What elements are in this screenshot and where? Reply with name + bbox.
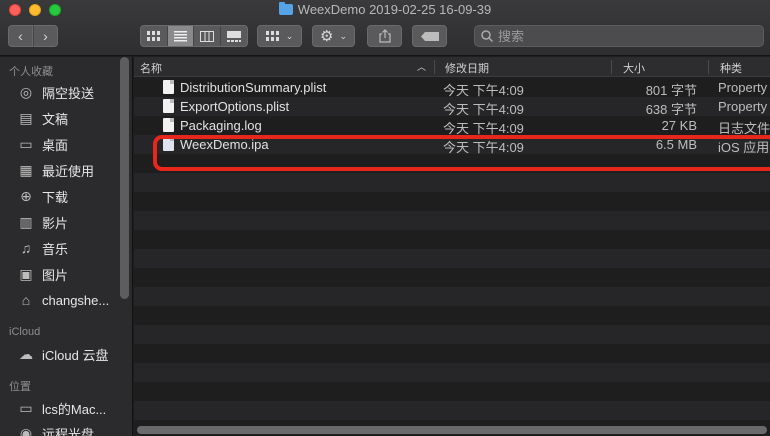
list-lines-icon (173, 30, 187, 41)
locations-header: 位置 (9, 381, 31, 393)
file-name: ExportOptions.plist (180, 99, 290, 114)
window-toolbar: WeexDemo 2019-02-25 16-09-39 ‹ › ⌄ ⚙ ⌄ (0, 0, 770, 56)
tag-icon (420, 31, 439, 41)
sidebar-item-icloud-drive[interactable]: ☁ iCloud 云盘 (16, 343, 108, 365)
chevron-down-icon: ⌄ (339, 30, 347, 41)
list-view-button[interactable] (167, 26, 194, 46)
sidebar: 个人收藏 ◎ 隔空投送 ▤ 文稿 ▭ 桌面 ▦ 最近使用 ⊕ 下载 ▥ 影片 ♫ 音乐 ▣ 图片… (0, 57, 133, 436)
sidebar-item-music[interactable]: ♫ 音乐 (16, 237, 68, 259)
file-row[interactable]: DistributionSummary.plist 今天 下午4:09 801 … (134, 78, 770, 98)
favorites-header: 个人收藏 (9, 66, 53, 78)
gallery-view-button[interactable] (221, 26, 247, 46)
empty-row (134, 287, 770, 306)
plist-file-icon (163, 99, 174, 113)
file-row[interactable]: Packaging.log 今天 下午4:09 27 KB 日志文件 (134, 116, 770, 136)
column-name-header[interactable]: 名称 (140, 60, 162, 76)
column-date-header[interactable]: 修改日期 (445, 60, 489, 76)
icon-view-button[interactable] (141, 26, 168, 46)
empty-row (134, 382, 770, 401)
group-grid-icon (265, 30, 279, 41)
sidebar-item-pictures[interactable]: ▣ 图片 (16, 263, 68, 285)
column-size-header[interactable]: 大小 (623, 60, 645, 76)
file-row[interactable]: ExportOptions.plist 今天 下午4:09 638 字节 Pro… (134, 97, 770, 117)
empty-row (134, 268, 770, 287)
empty-row (134, 344, 770, 363)
downloads-icon: ⊕ (20, 187, 32, 204)
empty-row (134, 192, 770, 211)
file-kind: Property (718, 99, 768, 114)
recents-icon: ▦ (19, 161, 33, 178)
chevron-right-icon: › (43, 28, 48, 44)
sidebar-item-documents[interactable]: ▤ 文稿 (16, 107, 68, 129)
tag-button[interactable] (412, 25, 447, 47)
file-list: 名称 ︿ 修改日期 大小 种类 DistributionSummary.plis… (134, 57, 770, 436)
empty-row (134, 325, 770, 344)
sort-chevron-up-icon: ︿ (417, 62, 427, 72)
pictures-icon: ▣ (19, 265, 33, 282)
chevron-left-icon: ‹ (18, 28, 23, 44)
sidebar-item-this-mac[interactable]: ▭ lcs的Mac... (16, 397, 106, 419)
back-button[interactable]: ‹ (8, 25, 33, 47)
view-mode-selector (140, 25, 248, 47)
airdrop-icon: ◎ (19, 83, 33, 100)
file-name: DistributionSummary.plist (180, 80, 327, 95)
share-icon (378, 29, 391, 43)
search-field[interactable] (474, 25, 764, 47)
home-icon: ⌂ (21, 292, 31, 308)
columns-icon (199, 30, 214, 42)
empty-row (134, 230, 770, 249)
sidebar-item-airdrop[interactable]: ◎ 隔空投送 (16, 81, 94, 103)
column-header-row: 名称 ︿ 修改日期 大小 种类 (134, 57, 770, 77)
desktop-icon: ▭ (19, 135, 33, 152)
chevron-down-icon: ⌄ (285, 30, 294, 41)
plist-file-icon (163, 80, 174, 94)
search-input[interactable] (498, 28, 738, 44)
column-view-button[interactable] (194, 26, 221, 46)
column-divider (434, 60, 435, 74)
sidebar-scrollbar[interactable] (120, 57, 129, 299)
music-icon: ♫ (20, 240, 32, 256)
log-file-icon (163, 118, 174, 132)
icon-grid-icon (147, 30, 161, 41)
computer-icon: ▭ (19, 399, 33, 416)
column-kind-header[interactable]: 种类 (720, 60, 742, 76)
action-menu-button[interactable]: ⚙ ⌄ (312, 25, 355, 47)
empty-row (134, 401, 770, 420)
empty-row (134, 211, 770, 230)
share-button[interactable] (367, 25, 402, 47)
empty-row (134, 173, 770, 192)
group-by-button[interactable]: ⌄ (257, 25, 302, 47)
forward-button[interactable]: › (33, 25, 58, 47)
file-name: Packaging.log (180, 118, 262, 133)
sidebar-item-remote-disc[interactable]: ◉ 远程光盘 (16, 422, 94, 436)
documents-icon: ▤ (19, 109, 33, 126)
sidebar-item-home[interactable]: ⌂ changshe... (16, 289, 109, 311)
gallery-icon (226, 30, 241, 42)
movies-icon: ▥ (19, 213, 33, 230)
highlight-annotation (153, 135, 770, 171)
folder-icon (278, 2, 293, 15)
file-kind: Property (718, 80, 768, 95)
icloud-header: iCloud (9, 326, 41, 338)
horizontal-scrollbar[interactable] (137, 426, 767, 434)
window-title: WeexDemo 2019-02-25 16-09-39 (0, 2, 770, 17)
file-size: 27 KB (661, 118, 697, 133)
sidebar-item-desktop[interactable]: ▭ 桌面 (16, 133, 68, 155)
column-divider (611, 60, 612, 74)
empty-row (134, 306, 770, 325)
column-divider (708, 60, 709, 74)
gear-icon: ⚙ (320, 28, 334, 45)
sidebar-item-recents[interactable]: ▦ 最近使用 (16, 159, 94, 181)
empty-row (134, 363, 770, 382)
sidebar-item-downloads[interactable]: ⊕ 下载 (16, 185, 68, 207)
search-icon (481, 30, 493, 42)
file-rows: DistributionSummary.plist 今天 下午4:09 801 … (134, 78, 770, 420)
icloud-icon: ☁ (19, 345, 33, 362)
remote-disc-icon: ◉ (19, 424, 33, 436)
sidebar-item-movies[interactable]: ▥ 影片 (16, 211, 68, 233)
empty-row (134, 249, 770, 268)
